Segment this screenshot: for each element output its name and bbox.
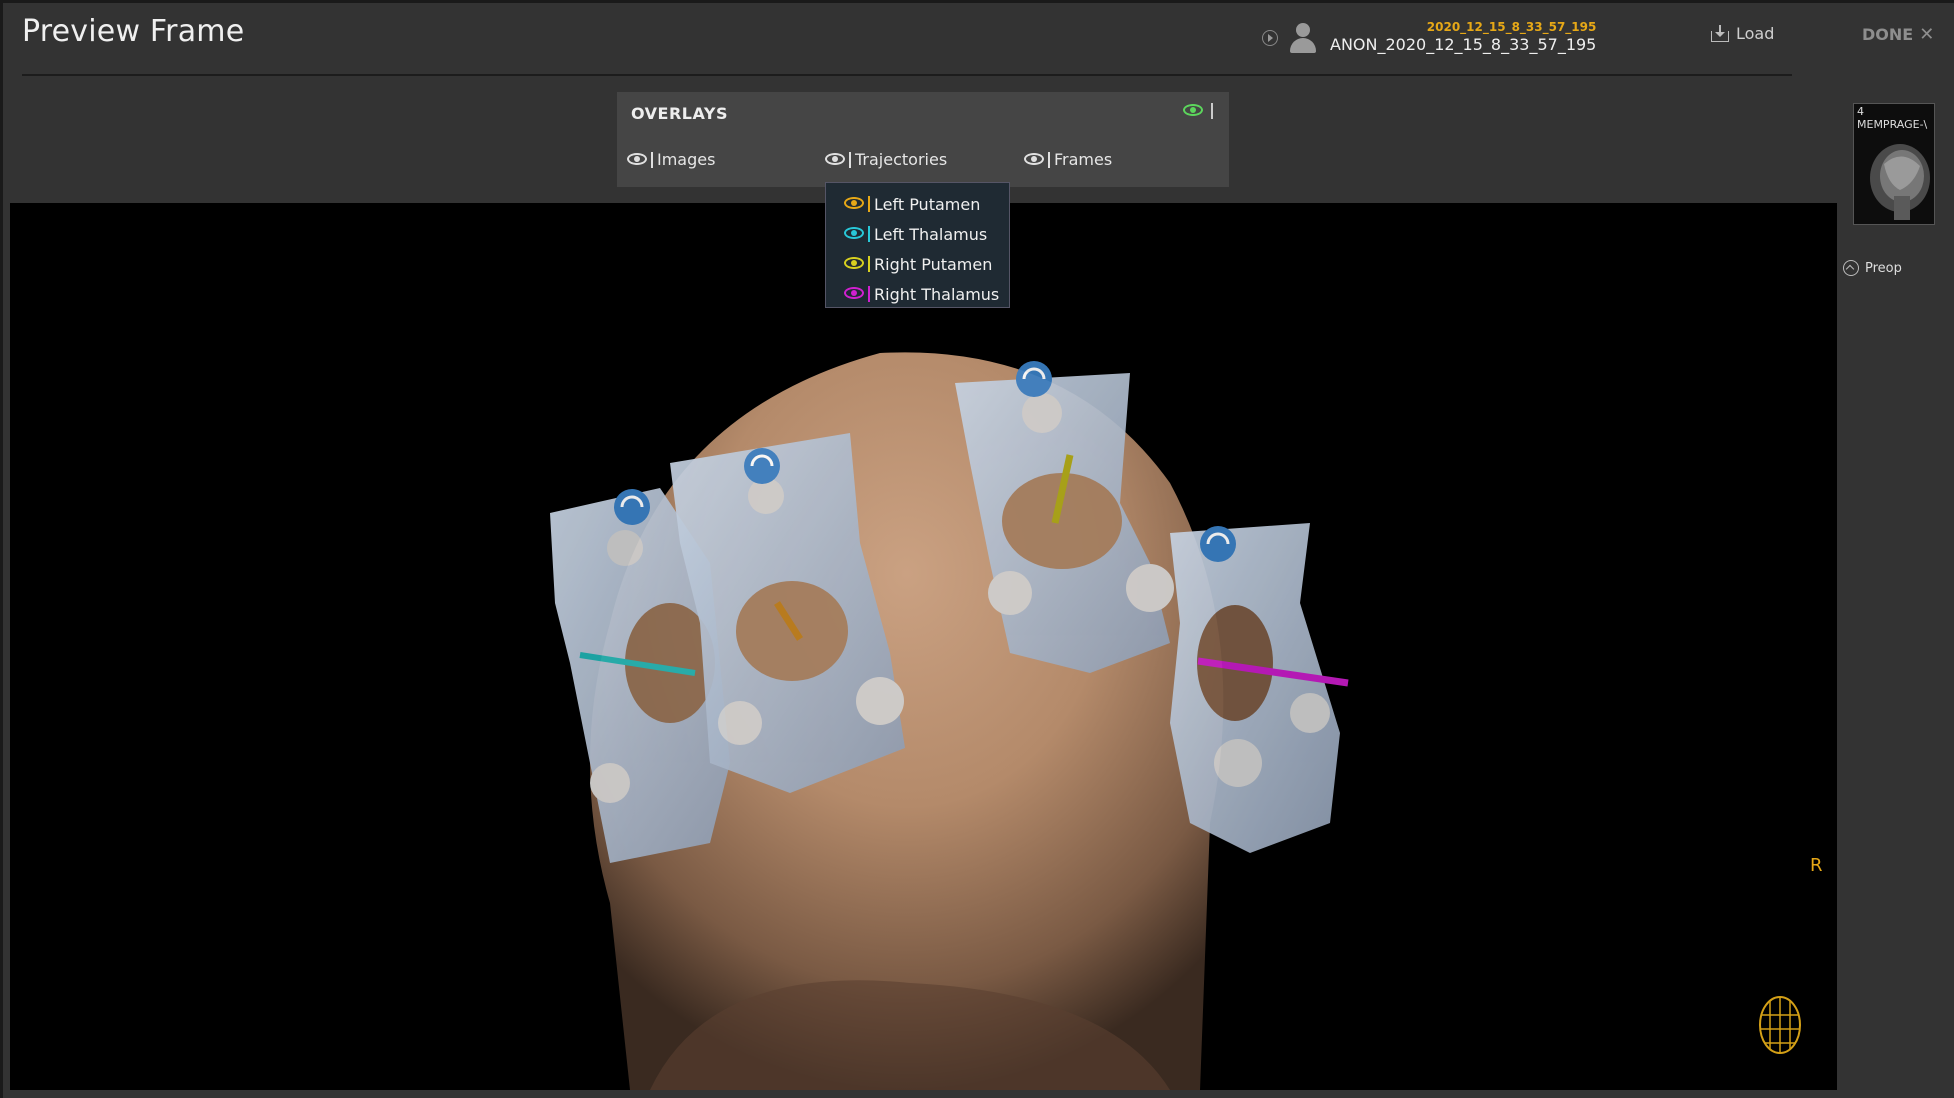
orientation-label: R <box>1810 855 1823 876</box>
patient-info[interactable]: 2020_12_15_8_33_57_195 ANON_2020_12_15_8… <box>1262 18 1596 58</box>
trajectory-label: Left Putamen <box>874 194 981 214</box>
eye-icon <box>1183 104 1205 118</box>
trajectory-left-putamen[interactable]: Left Putamen <box>826 189 1009 219</box>
avatar-icon <box>1288 23 1318 53</box>
rotate-icon <box>744 448 780 484</box>
series-number: 4 <box>1857 105 1864 118</box>
done-label: DONE <box>1862 25 1914 44</box>
eye-icon <box>844 197 866 211</box>
header-divider <box>22 74 1792 76</box>
trajectories-dropdown: Left Putamen Left Thalamus Right Putamen… <box>825 182 1010 308</box>
overlays-master-toggle[interactable] <box>1183 103 1217 119</box>
trajectory-left-thalamus[interactable]: Left Thalamus <box>826 219 1009 249</box>
overlay-toggle-frames[interactable]: Frames <box>1024 150 1112 169</box>
overlay-label: Frames <box>1054 150 1113 169</box>
load-button[interactable]: Load <box>1710 24 1774 43</box>
trajectory-right-putamen[interactable]: Right Putamen <box>826 249 1009 279</box>
overlays-title: OVERLAYS <box>631 104 728 123</box>
eye-icon <box>627 152 649 167</box>
eye-icon <box>1024 152 1046 167</box>
eye-icon <box>844 287 866 301</box>
rotate-icon <box>1200 526 1236 562</box>
head-orientation-icon <box>1759 996 1801 1054</box>
rotate-icon <box>614 489 650 525</box>
chevron-up-icon <box>1843 260 1859 276</box>
trajectory-label: Right Putamen <box>874 254 993 274</box>
preop-label: Preop <box>1865 260 1902 276</box>
patient-id: ANON_2020_12_15_8_33_57_195 <box>1330 35 1597 54</box>
close-icon: ✕ <box>1919 24 1935 45</box>
overlays-panel: OVERLAYS Images Trajectories Frames <box>617 92 1229 187</box>
eye-icon <box>825 152 847 167</box>
patient-date: 2020_12_15_8_33_57_195 <box>1426 20 1597 34</box>
overlay-label: Trajectories <box>855 150 948 169</box>
preop-toggle[interactable]: Preop <box>1843 260 1902 276</box>
load-icon <box>1710 24 1730 43</box>
3d-viewport[interactable]: R <box>10 203 1837 1090</box>
trajectory-right-thalamus[interactable]: Right Thalamus <box>826 279 1009 309</box>
toggle-bar <box>1211 103 1213 119</box>
series-sidebar <box>1840 92 1954 1098</box>
eye-icon <box>844 257 866 271</box>
overlay-toggle-trajectories[interactable]: Trajectories <box>825 150 947 169</box>
overlay-label: Images <box>657 150 716 169</box>
series-label: MEMPRAGE-\ <box>1857 118 1928 131</box>
overlay-toggle-images[interactable]: Images <box>627 150 715 169</box>
page-title: Preview Frame <box>22 14 245 49</box>
load-label: Load <box>1736 24 1775 43</box>
patient-text: 2020_12_15_8_33_57_195 ANON_2020_12_15_8… <box>1330 20 1596 56</box>
rotate-icon <box>1016 361 1052 397</box>
eye-icon <box>844 227 866 241</box>
trajectory-label: Left Thalamus <box>874 224 988 244</box>
3d-render <box>550 352 1801 1090</box>
series-thumbnail[interactable]: 4 MEMPRAGE-\ <box>1853 103 1935 225</box>
trajectory-label: Right Thalamus <box>874 284 1000 304</box>
done-button[interactable]: DONE ✕ <box>1862 24 1934 45</box>
frame-right <box>1170 523 1349 853</box>
info-icon[interactable] <box>1262 30 1278 46</box>
